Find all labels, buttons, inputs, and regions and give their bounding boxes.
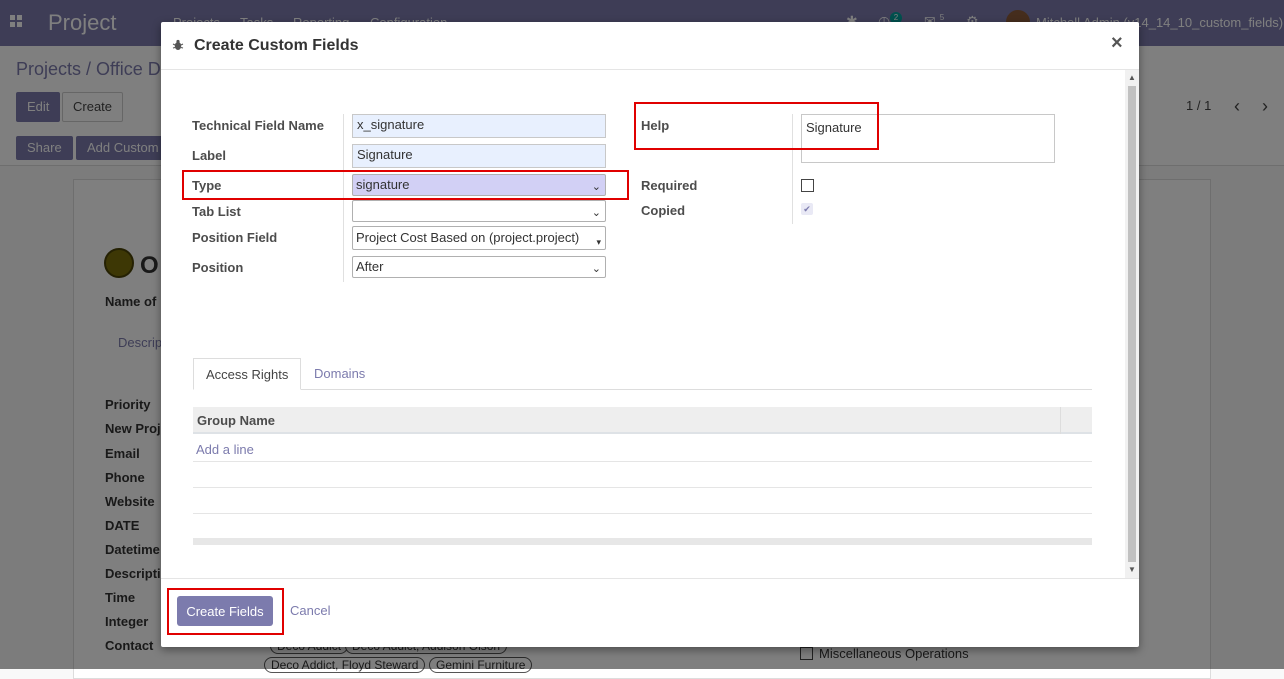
caret-down-icon: ▾ <box>596 237 601 247</box>
position-label: Position <box>192 260 244 275</box>
field-divider <box>343 114 344 282</box>
scroll-down-icon[interactable]: ▼ <box>1128 565 1136 574</box>
type-select-value: signature <box>356 177 410 192</box>
create-custom-fields-dialog: Create Custom Fields × Technical Field N… <box>161 22 1139 647</box>
tab-list-label: Tab List <box>192 204 241 219</box>
table-row <box>193 514 1092 540</box>
type-select[interactable]: signature ⌄ <box>352 174 606 196</box>
position-select-value: After <box>356 259 384 274</box>
tab-domains[interactable]: Domains <box>302 358 377 390</box>
dialog-footer: Create Fields Cancel <box>161 578 1139 647</box>
technical-name-input[interactable]: x_signature <box>352 114 606 138</box>
chevron-down-icon: ⌄ <box>591 181 601 193</box>
dialog-scrollbar[interactable]: ▲ ▼ <box>1125 70 1139 578</box>
technical-name-label: Technical Field Name <box>192 118 324 133</box>
label-label: Label <box>192 148 226 163</box>
dialog-body: Technical Field Name Label Type Tab List… <box>161 70 1139 578</box>
required-checkbox[interactable] <box>801 179 814 192</box>
label-input[interactable]: Signature <box>352 144 606 168</box>
position-select[interactable]: After ⌄ <box>352 256 606 278</box>
help-label: Help <box>641 118 670 133</box>
cancel-button[interactable]: Cancel <box>290 603 330 618</box>
notebook-tabs: Access Rights Domains <box>193 358 1092 390</box>
required-label: Required <box>641 178 698 193</box>
bug-icon <box>172 39 184 50</box>
column-separator <box>1060 407 1061 434</box>
tab-access-rights[interactable]: Access Rights <box>193 358 302 390</box>
create-fields-button[interactable]: Create Fields <box>177 596 273 626</box>
scroll-up-icon[interactable]: ▲ <box>1128 73 1136 82</box>
close-icon[interactable]: × <box>1111 33 1123 53</box>
tab-list-select[interactable]: ⌄ <box>352 200 606 222</box>
add-line-link[interactable]: Add a line <box>196 442 254 457</box>
table-header: Group Name <box>193 407 1092 434</box>
field-divider <box>792 114 793 224</box>
position-field-label: Position Field <box>192 230 278 245</box>
chevron-down-icon: ⌄ <box>591 207 601 219</box>
help-textarea[interactable]: Signature <box>801 114 1055 163</box>
table-row: Add a line <box>193 436 1092 462</box>
position-field-value: Project Cost Based on (project.project) <box>356 230 580 245</box>
position-field-select[interactable]: Project Cost Based on (project.project) … <box>352 226 606 250</box>
dialog-header: Create Custom Fields × <box>161 22 1139 70</box>
copied-checkmark-icon[interactable]: ✔ <box>801 203 813 215</box>
group-name-header[interactable]: Group Name <box>197 413 275 428</box>
chevron-down-icon: ⌄ <box>591 263 601 275</box>
dialog-title: Create Custom Fields <box>194 37 359 54</box>
scrollbar-thumb[interactable] <box>1128 86 1136 562</box>
type-label: Type <box>192 178 222 193</box>
table-row <box>193 462 1092 488</box>
table-footer <box>193 538 1092 545</box>
copied-label: Copied <box>641 203 686 218</box>
table-row <box>193 488 1092 514</box>
